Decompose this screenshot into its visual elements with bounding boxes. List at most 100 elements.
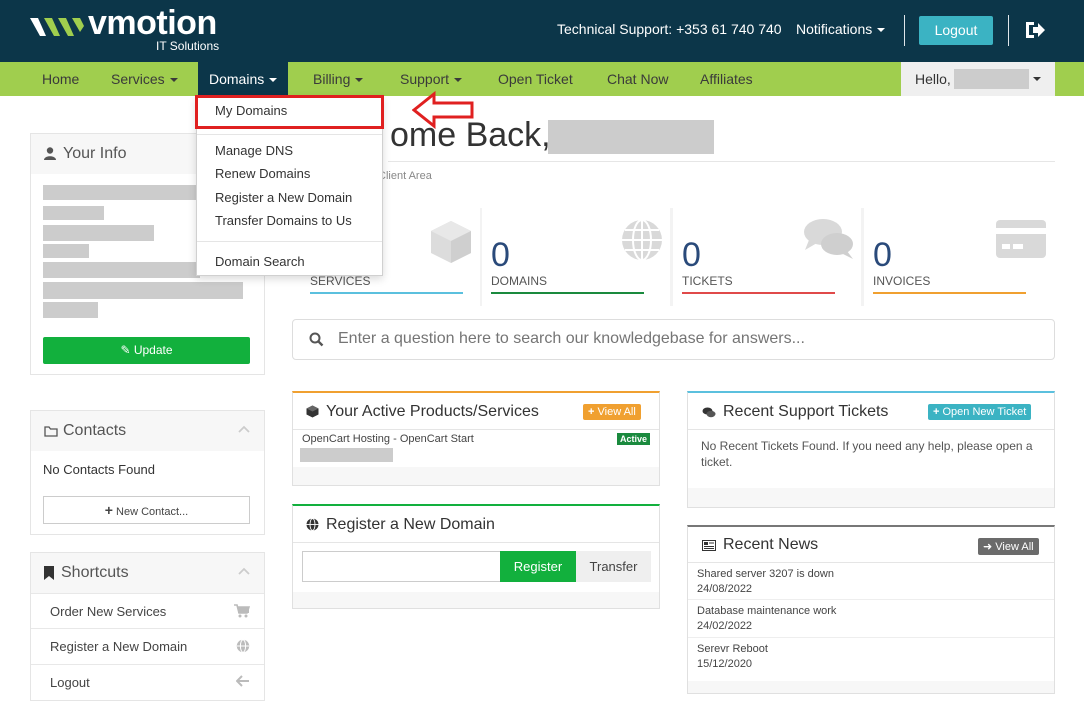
nav-open-ticket[interactable]: Open Ticket bbox=[487, 62, 584, 96]
stat-domains[interactable]: 0 DOMAINS bbox=[482, 208, 670, 306]
news-item-date: 24/08/2022 bbox=[697, 583, 753, 595]
chevron-down-icon bbox=[877, 28, 886, 33]
news-item[interactable]: Serevr Reboot 15/12/2020 bbox=[688, 638, 1054, 676]
news-item[interactable]: Database maintenance work 24/02/2022 bbox=[688, 600, 1054, 638]
register-domain-panel: Register a New Domain Register Transfer bbox=[292, 504, 660, 609]
globe-icon bbox=[622, 219, 662, 261]
chevron-down-icon bbox=[1033, 77, 1041, 81]
menu-divider bbox=[197, 134, 382, 135]
nav-affiliates[interactable]: Affiliates bbox=[689, 62, 764, 96]
status-badge: Active bbox=[617, 433, 651, 445]
nav-billing[interactable]: Billing bbox=[302, 62, 374, 96]
nav-affiliates-label: Affiliates bbox=[700, 71, 753, 87]
logout-button[interactable]: Logout bbox=[919, 16, 993, 45]
logo-subtitle: IT Solutions bbox=[156, 39, 220, 53]
contacts-header: Contacts bbox=[31, 411, 264, 451]
welcome-divider bbox=[388, 161, 1055, 162]
stats-strip: SERVICES 0 DOMAINS 0 TICKETS 0 INVOICES bbox=[292, 208, 1055, 306]
sign-out-icon[interactable] bbox=[1024, 20, 1046, 40]
menu-item-manage-dns[interactable]: Manage DNS bbox=[215, 143, 293, 158]
open-new-ticket-button[interactable]: + Open New Ticket bbox=[928, 404, 1032, 420]
no-tickets-text: No Recent Tickets Found. If you need any… bbox=[701, 439, 1033, 469]
recent-tickets-header: Recent Support Tickets + Open New Ticket bbox=[688, 393, 1054, 430]
news-item-date: 24/02/2022 bbox=[697, 620, 753, 632]
register-domain-title: Register a New Domain bbox=[326, 516, 495, 533]
header-divider bbox=[904, 15, 905, 46]
update-label: Update bbox=[133, 343, 173, 357]
logo-mark-icon bbox=[30, 18, 84, 36]
shortcuts-header: Shortcuts bbox=[31, 553, 264, 593]
menu-divider bbox=[197, 241, 382, 242]
menu-item-domain-search[interactable]: Domain Search bbox=[215, 254, 305, 269]
chevron-up-icon[interactable] bbox=[238, 567, 250, 575]
cube-icon bbox=[306, 405, 319, 418]
cube-icon bbox=[431, 221, 471, 263]
new-contact-button[interactable]: + New Contact... bbox=[43, 496, 250, 524]
news-item[interactable]: Shared server 3207 is down 24/08/2022 bbox=[688, 563, 1054, 600]
stat-bar bbox=[491, 292, 644, 294]
view-all-news-button[interactable]: ➜ View All bbox=[978, 538, 1039, 555]
news-item-title: Database maintenance work bbox=[697, 605, 837, 617]
knowledgebase-search-input[interactable] bbox=[338, 330, 1038, 348]
redacted-info-line bbox=[43, 185, 198, 200]
stat-label: TICKETS bbox=[682, 274, 733, 288]
shortcut-label: Order New Services bbox=[50, 604, 167, 619]
plus-icon: + bbox=[933, 406, 940, 418]
nav-domains[interactable]: Domains bbox=[198, 62, 289, 96]
comments-icon bbox=[702, 407, 716, 418]
stat-bar bbox=[873, 292, 1026, 294]
view-all-label: View All bbox=[597, 406, 636, 418]
contacts-panel: Contacts No Contacts Found + New Contact… bbox=[30, 410, 265, 535]
breadcrumb[interactable]: Client Area bbox=[378, 170, 432, 182]
stat-tickets[interactable]: 0 TICKETS bbox=[673, 208, 861, 306]
stat-invoices[interactable]: 0 INVOICES bbox=[864, 208, 1055, 306]
chevron-down-icon bbox=[269, 78, 278, 83]
your-info-title: Your Info bbox=[63, 145, 127, 162]
active-products-header: Your Active Products/Services + View All bbox=[293, 393, 659, 430]
stat-bar bbox=[310, 292, 463, 294]
transfer-button[interactable]: Transfer bbox=[576, 551, 651, 582]
nav-home[interactable]: Home bbox=[31, 62, 90, 96]
register-button[interactable]: Register bbox=[500, 551, 576, 582]
shortcut-register-new-domain[interactable]: Register a New Domain bbox=[31, 628, 264, 664]
nav-chat-now[interactable]: Chat Now bbox=[596, 62, 679, 96]
stat-bar bbox=[682, 292, 835, 294]
view-all-products-button[interactable]: + View All bbox=[583, 404, 641, 420]
nav-services[interactable]: Services bbox=[100, 62, 189, 96]
shortcut-order-new-services[interactable]: Order New Services bbox=[31, 593, 264, 629]
folder-icon bbox=[44, 426, 58, 437]
knowledgebase-search[interactable] bbox=[292, 319, 1055, 360]
nav-home-label: Home bbox=[42, 71, 80, 87]
redacted-info-line bbox=[43, 225, 154, 241]
update-button[interactable]: ✎ Update bbox=[43, 337, 250, 364]
redacted-info-line bbox=[43, 302, 98, 318]
domain-input[interactable] bbox=[302, 551, 501, 582]
menu-item-transfer-domains[interactable]: Transfer Domains to Us bbox=[215, 213, 352, 228]
stat-value: 0 bbox=[873, 236, 892, 274]
plus-icon: + bbox=[104, 502, 113, 518]
recent-news-body: Shared server 3207 is down 24/08/2022 Da… bbox=[688, 563, 1054, 681]
vmotion-logo[interactable]: vmotion IT Solutions bbox=[28, 4, 238, 56]
recent-news-panel: Recent News ➜ View All Shared server 320… bbox=[687, 525, 1055, 694]
technical-support-text: Technical Support: +353 61 740 740 bbox=[557, 21, 782, 37]
hello-label: Hello, bbox=[915, 71, 951, 87]
product-name[interactable]: OpenCart Hosting - OpenCart Start bbox=[302, 433, 474, 445]
menu-item-register-new-domain[interactable]: Register a New Domain bbox=[215, 190, 352, 205]
shortcut-logout[interactable]: Logout bbox=[31, 664, 264, 700]
top-header: vmotion IT Solutions Technical Support: … bbox=[0, 0, 1084, 62]
chevron-up-icon[interactable] bbox=[238, 425, 250, 433]
redacted-info-line bbox=[43, 262, 200, 278]
globe-icon bbox=[236, 639, 250, 653]
notifications-menu[interactable]: Notifications bbox=[796, 21, 886, 37]
chat-icon bbox=[804, 219, 853, 259]
user-icon bbox=[44, 147, 56, 160]
chevron-down-icon bbox=[169, 78, 178, 83]
user-menu[interactable]: Hello, bbox=[901, 62, 1055, 96]
news-item-date: 15/12/2020 bbox=[697, 658, 753, 670]
chevron-down-icon bbox=[454, 78, 463, 83]
stat-label: INVOICES bbox=[873, 274, 931, 288]
highlight-box bbox=[195, 95, 384, 129]
nav-services-label: Services bbox=[111, 71, 165, 87]
menu-item-renew-domains[interactable]: Renew Domains bbox=[215, 166, 310, 181]
logo-text: vmotion bbox=[88, 4, 217, 42]
